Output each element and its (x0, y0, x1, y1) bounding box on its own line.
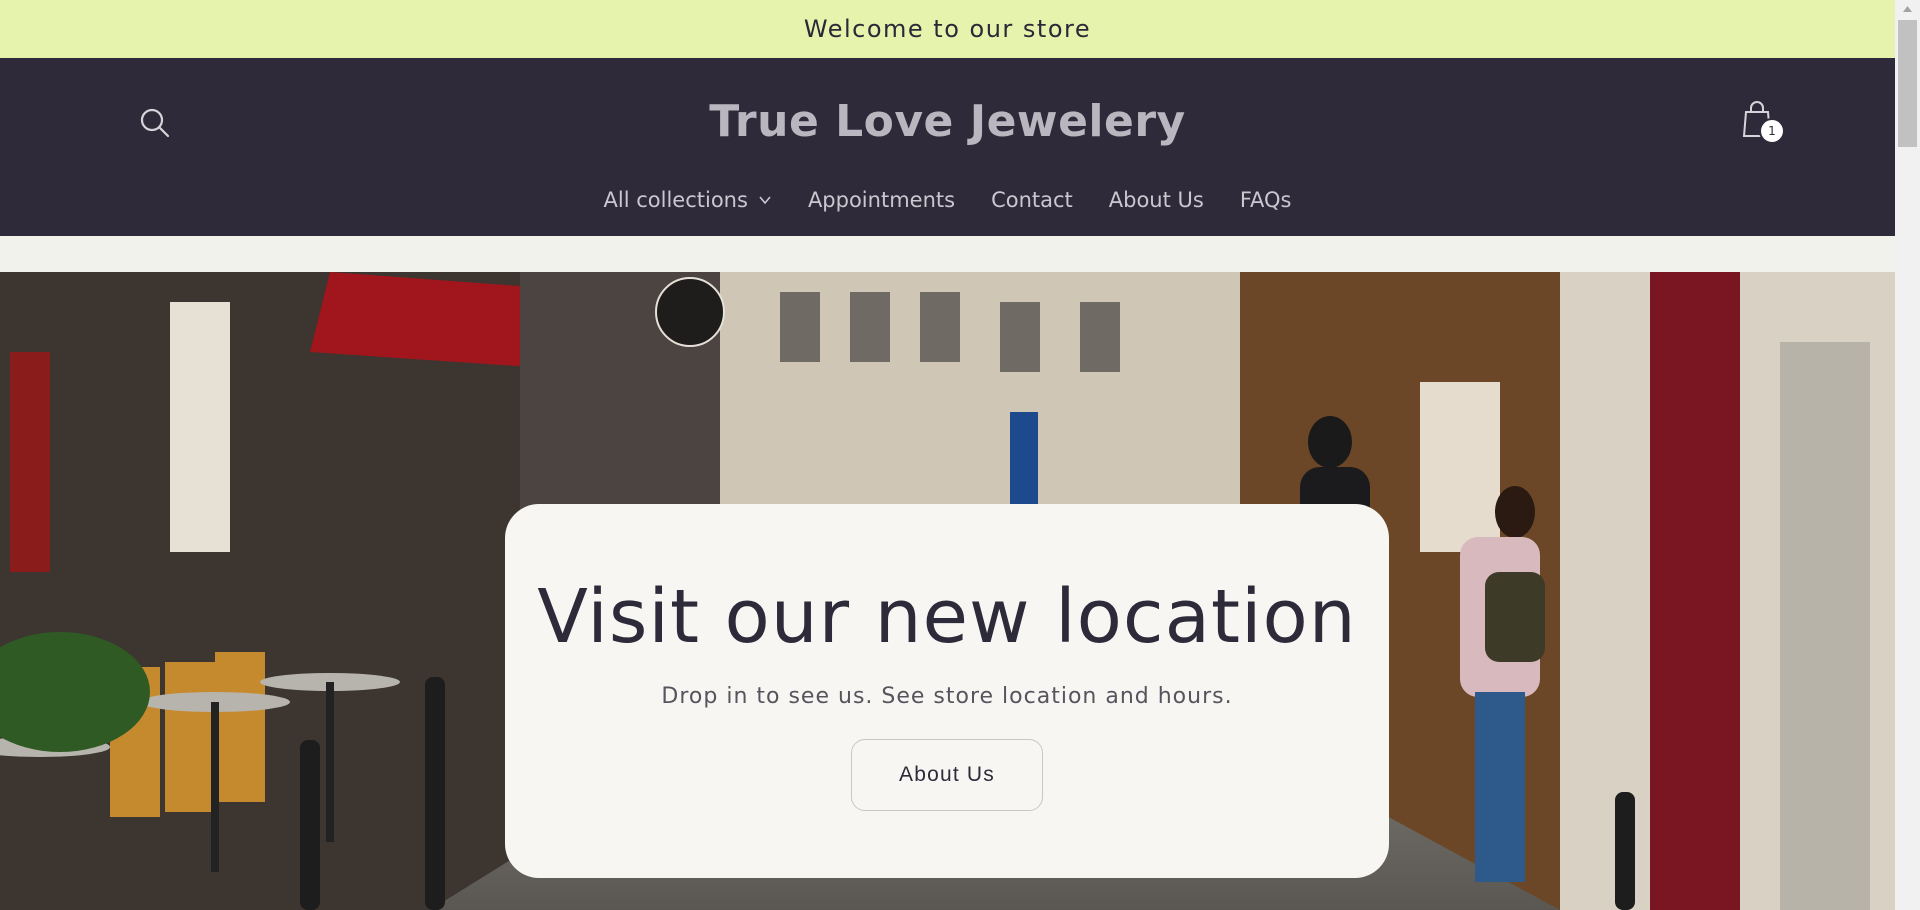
nav-item-label: FAQs (1239, 188, 1292, 212)
nav-item-label: About Us (1108, 188, 1204, 212)
nav-item-all-collections[interactable]: All collections (586, 188, 790, 212)
page-scrollbar[interactable] (1895, 0, 1920, 910)
scrollbar-thumb[interactable] (1898, 20, 1917, 147)
nav-item-label: All collections (603, 188, 748, 212)
nav-item-about-us[interactable]: About Us (1091, 188, 1222, 212)
hero-banner: Visit our new location Drop in to see us… (0, 272, 1895, 910)
about-us-button[interactable]: About Us (851, 739, 1043, 811)
announcement-bar: Welcome to our store (0, 0, 1895, 58)
site-title[interactable]: True Love Jewelery (0, 96, 1895, 147)
scroll-up-arrow-icon[interactable] (1895, 0, 1920, 18)
nav-item-faqs[interactable]: FAQs (1222, 188, 1310, 212)
hero-card: Visit our new location Drop in to see us… (505, 504, 1389, 878)
main-navigation: All collections Appointments Contact Abo… (0, 188, 1895, 212)
nav-item-appointments[interactable]: Appointments (790, 188, 973, 212)
hero-subtext: Drop in to see us. See store location an… (661, 684, 1233, 709)
site-header: True Love Jewelery 1 All collections App… (0, 58, 1895, 236)
hero-heading: Visit our new location (537, 574, 1357, 660)
cart-count-badge: 1 (1759, 118, 1785, 144)
chevron-down-icon (759, 196, 771, 205)
nav-item-contact[interactable]: Contact (973, 188, 1091, 212)
cart-button[interactable]: 1 (1738, 98, 1786, 146)
nav-item-label: Contact (991, 188, 1073, 212)
announcement-text: Welcome to our store (803, 15, 1092, 43)
nav-item-label: Appointments (807, 188, 956, 212)
